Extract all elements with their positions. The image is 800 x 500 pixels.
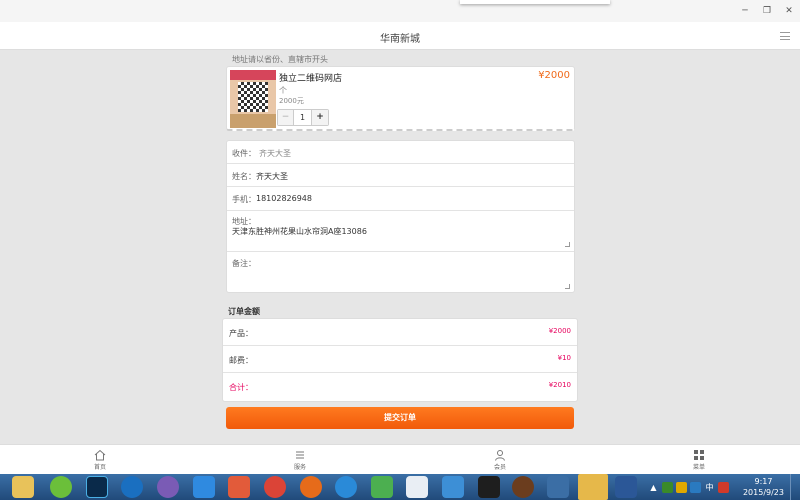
bottom-tabbar: 首页 服务 会员 菜单 [0, 444, 800, 474]
app-icon-purple[interactable] [157, 476, 179, 498]
app-icon-shield[interactable] [228, 476, 250, 498]
tab-member[interactable]: 会员 [485, 449, 515, 471]
window-controls: ─ ❐ ✕ [740, 6, 794, 16]
order-amount-title: 订单金额 [228, 307, 260, 316]
name-value: 齐天大圣 [256, 172, 288, 181]
address-field[interactable]: 地址： 天津东胜神州花果山水帘洞A座13086 [227, 211, 574, 252]
close-icon[interactable]: ✕ [784, 6, 794, 16]
checkout-content: 地址请以省份、直辖市开头 独立二维码网店 个 2000元 ¥2000 − 1 +… [0, 51, 800, 444]
tab-home-label: 首页 [93, 464, 106, 471]
tab-service[interactable]: 服务 [285, 449, 315, 471]
product-thumbnail [230, 70, 276, 128]
tab-member-label: 会员 [493, 464, 506, 471]
cloud-icon[interactable] [406, 476, 428, 498]
product-unit-price: 2000元 [279, 97, 304, 105]
postage-label: 邮费： [229, 356, 253, 365]
photoshop-icon[interactable] [86, 476, 108, 498]
quantity-stepper: − 1 + [277, 109, 329, 126]
postage-value: ¥10 [557, 354, 571, 362]
tray-app-icon[interactable] [662, 481, 673, 493]
tray-qq-icon[interactable] [676, 481, 687, 493]
product-amount-label: 产品： [229, 329, 253, 338]
window-titlebar: ─ ❐ ✕ [0, 0, 800, 22]
firefox-icon[interactable] [300, 476, 322, 498]
thumbnail-roof [230, 70, 276, 80]
app-icon-eye[interactable] [478, 476, 500, 498]
list-icon [296, 451, 304, 459]
resize-handle-icon[interactable] [565, 242, 570, 247]
app-icon-blue[interactable] [193, 476, 215, 498]
total-label: 合计： [229, 383, 253, 392]
product-unit: 个 [279, 86, 287, 95]
home-icon [94, 449, 106, 461]
windows-taskbar: ▲ 中 9:17 2015/9/23 [0, 474, 800, 500]
recipient-value: 齐天大圣 [259, 149, 291, 158]
tray-expand-icon[interactable]: ▲ [648, 482, 659, 493]
ie-icon[interactable] [335, 476, 357, 498]
note-label: 备注： [232, 259, 256, 268]
tab-service-label: 服务 [293, 464, 306, 471]
system-tray: ▲ 中 [648, 480, 738, 494]
resize-handle-icon[interactable] [565, 284, 570, 289]
name-field[interactable]: 姓名： 齐天大圣 [227, 164, 574, 187]
tab-home[interactable]: 首页 [85, 449, 115, 471]
quantity-input[interactable]: 1 [294, 110, 312, 125]
shipping-form: 收件： 齐天大圣 姓名： 齐天大圣 手机： 18102826948 地址： 天津… [226, 140, 575, 293]
grid-icon [694, 450, 704, 460]
clock-date: 2015/9/23 [742, 488, 784, 497]
system-clock[interactable]: 9:17 2015/9/23 [743, 476, 784, 498]
address-hint: 地址请以省份、直辖市开头 [232, 55, 328, 64]
product-price: ¥2000 [538, 70, 570, 81]
tab-menu-label: 菜单 [692, 464, 705, 471]
product-amount-value: ¥2000 [548, 327, 571, 335]
user-icon [495, 450, 505, 461]
restore-icon[interactable]: ❐ [762, 6, 772, 16]
phone-label: 手机： [232, 195, 256, 204]
app-header: 华南新城 [0, 22, 800, 50]
product-name: 独立二维码网店 [279, 74, 343, 84]
app-icon-game[interactable] [512, 476, 534, 498]
recipient-field[interactable]: 收件： 齐天大圣 [227, 141, 574, 164]
app-icon-sync[interactable] [442, 476, 464, 498]
clock-time: 9:17 [754, 477, 773, 486]
phone-field[interactable]: 手机： 18102826948 [227, 187, 574, 211]
summary-row-product: 产品： ¥2000 [223, 319, 577, 346]
word-icon[interactable] [615, 476, 637, 498]
increase-button[interactable]: + [312, 110, 328, 125]
sogou-icon[interactable] [718, 481, 729, 493]
thumbnail-base [230, 114, 276, 128]
recipient-label: 收件： [232, 149, 256, 158]
menu-icon[interactable] [780, 32, 790, 40]
titlebar-tab [460, 0, 610, 4]
qr-code-icon [238, 82, 268, 112]
order-summary: 产品： ¥2000 邮费： ¥10 合计： ¥2010 [222, 318, 578, 402]
file-explorer-icon[interactable] [12, 476, 34, 498]
tray-network-icon[interactable] [690, 481, 701, 493]
decrease-button[interactable]: − [278, 110, 294, 125]
page-title: 华南新城 [380, 34, 420, 45]
summary-row-total: 合计： ¥2010 [223, 373, 577, 400]
address-value: 天津东胜神州花果山水帘洞A座13086 [232, 227, 367, 236]
minimize-icon[interactable]: ─ [740, 6, 750, 16]
tab-menu[interactable]: 菜单 [684, 449, 714, 471]
wechat-icon[interactable] [578, 474, 608, 500]
product-card: 独立二维码网店 个 2000元 ¥2000 − 1 + [226, 66, 575, 131]
name-label: 姓名： [232, 172, 256, 181]
chrome-icon[interactable] [264, 476, 286, 498]
note-field[interactable]: 备注： [227, 252, 574, 293]
app-icon-pc[interactable] [547, 476, 569, 498]
submit-order-button[interactable]: 提交订单 [226, 407, 574, 429]
kugou-icon[interactable] [121, 476, 143, 498]
app-icon-green[interactable] [50, 476, 72, 498]
ime-indicator[interactable]: 中 [704, 482, 715, 493]
app-icon-download[interactable] [371, 476, 393, 498]
show-desktop-button[interactable] [790, 474, 800, 500]
summary-row-postage: 邮费： ¥10 [223, 346, 577, 373]
phone-value: 18102826948 [256, 194, 312, 203]
total-value: ¥2010 [548, 381, 571, 389]
